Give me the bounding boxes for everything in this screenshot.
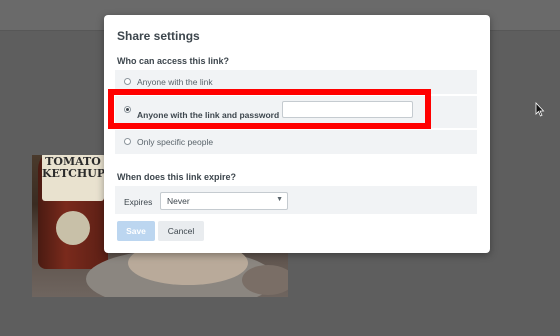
share-settings-dialog: Share settings Who can access this link?…	[104, 15, 490, 253]
bottle-label: TOMATO KETCHUP	[42, 155, 105, 201]
expires-select-value: Never	[167, 196, 190, 206]
radio-button[interactable]	[124, 78, 131, 85]
ketchup-bottle: TOMATO KETCHUP	[38, 155, 108, 269]
radio-button[interactable]	[124, 138, 131, 145]
expire-question: When does this link expire?	[117, 172, 237, 182]
expires-label: Expires	[124, 197, 153, 207]
dialog-title: Share settings	[117, 29, 200, 43]
cancel-button[interactable]: Cancel	[158, 221, 204, 241]
option-only-specific-people[interactable]: Only specific people	[115, 130, 477, 154]
bottle-seal	[56, 211, 90, 245]
chevron-down-icon: ▼	[276, 196, 283, 203]
cup	[242, 265, 288, 295]
highlight-box	[108, 89, 431, 129]
option-label: Only specific people	[137, 137, 214, 147]
expires-select[interactable]: Never ▼	[160, 192, 288, 210]
access-question: Who can access this link?	[117, 56, 230, 66]
option-label: Anyone with the link	[137, 77, 213, 87]
mouse-pointer-icon	[535, 102, 545, 117]
save-button[interactable]: Save	[117, 221, 155, 241]
